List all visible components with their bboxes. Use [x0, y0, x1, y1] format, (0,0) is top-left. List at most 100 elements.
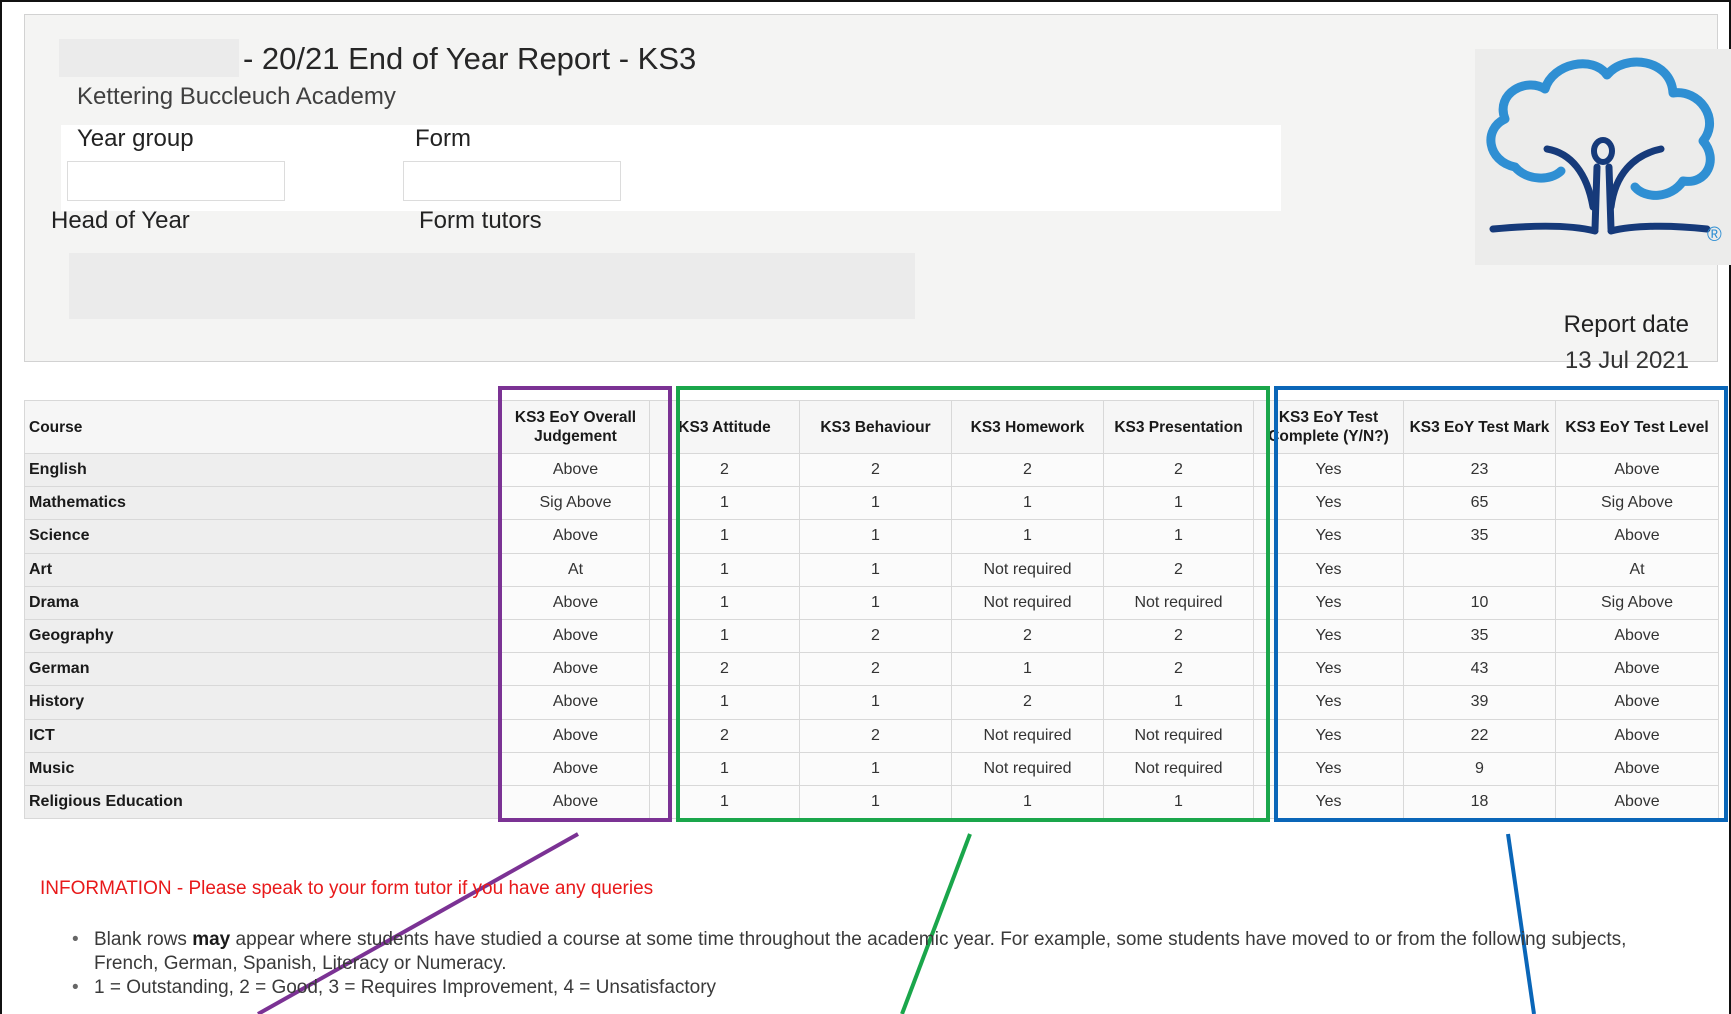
form-label: Form	[415, 125, 471, 152]
column-header-course: Course	[24, 400, 502, 454]
table-row: History Above 1 1 2 1 Yes 39 Above	[24, 685, 1719, 720]
cell-homework: Not required	[951, 552, 1104, 587]
report-header: - 20/21 End of Year Report - KS3 Ketteri…	[24, 14, 1731, 374]
cell-course: ICT	[24, 718, 502, 753]
cell-course: Science	[24, 519, 502, 554]
cell-behaviour: 2	[799, 718, 952, 753]
table-row: Religious Education Above 1 1 1 1 Yes 18 Above	[24, 784, 1719, 820]
cell-test-mark: 43	[1403, 652, 1556, 687]
table-row: Geography Above 1 2 2 2 Yes 35 Above	[24, 618, 1719, 654]
table-row: Art At 1 1 Not required 2 Yes At	[24, 552, 1719, 587]
cell-attitude: 1	[649, 685, 800, 720]
column-header-test-complete: KS3 EoY Test Complete (Y/N?)	[1253, 400, 1404, 454]
cell-test-complete: Yes	[1253, 685, 1404, 720]
information-bullet-blank-rows: Blank rows may appear where students hav…	[64, 928, 1684, 976]
table-row: English Above 2 2 2 2 Yes 23 Above	[24, 452, 1719, 488]
cell-overall-judgement: Above	[501, 751, 650, 786]
column-header-test-level: KS3 EoY Test Level	[1555, 400, 1719, 454]
year-group-label: Year group	[77, 125, 194, 152]
table-row: German Above 2 2 1 2 Yes 43 Above	[24, 652, 1719, 687]
cell-presentation: 2	[1103, 452, 1254, 488]
cell-attitude: 2	[649, 718, 800, 753]
cell-homework: Not required	[951, 718, 1104, 753]
cell-attitude: 1	[649, 784, 800, 820]
cell-presentation: Not required	[1103, 751, 1254, 786]
cell-test-complete: Yes	[1253, 784, 1404, 820]
cell-presentation: 1	[1103, 486, 1254, 521]
report-title: - 20/21 End of Year Report - KS3	[243, 41, 697, 76]
cell-test-complete: Yes	[1253, 452, 1404, 488]
cell-test-mark: 35	[1403, 618, 1556, 654]
school-logo: ®	[1475, 49, 1731, 265]
cell-test-complete: Yes	[1253, 519, 1404, 554]
column-header-homework: KS3 Homework	[951, 400, 1104, 454]
student-info-band: Year group Form	[61, 125, 1281, 211]
cell-behaviour: 2	[799, 452, 952, 488]
column-header-behaviour: KS3 Behaviour	[799, 400, 952, 454]
cell-homework: 2	[951, 685, 1104, 720]
cell-presentation: 1	[1103, 784, 1254, 820]
cell-presentation: 2	[1103, 652, 1254, 687]
cell-test-level: Above	[1555, 652, 1719, 687]
cell-overall-judgement: Above	[501, 585, 650, 620]
cell-test-mark: 9	[1403, 751, 1556, 786]
cell-test-mark: 23	[1403, 452, 1556, 488]
column-header-test-mark: KS3 EoY Test Mark	[1403, 400, 1556, 454]
column-header-attitude: KS3 Attitude	[649, 400, 800, 454]
cell-overall-judgement: Above	[501, 452, 650, 488]
cell-behaviour: 1	[799, 751, 952, 786]
cell-homework: 1	[951, 486, 1104, 521]
cell-overall-judgement: Above	[501, 618, 650, 654]
cell-presentation: Not required	[1103, 718, 1254, 753]
cell-attitude: 1	[649, 486, 800, 521]
cell-test-level: Above	[1555, 751, 1719, 786]
cell-behaviour: 1	[799, 552, 952, 587]
column-header-presentation: KS3 Presentation	[1103, 400, 1254, 454]
form-tutors-value	[69, 253, 915, 319]
cell-homework: Not required	[951, 585, 1104, 620]
cell-test-complete: Yes	[1253, 652, 1404, 687]
cell-homework: Not required	[951, 751, 1104, 786]
cell-behaviour: 1	[799, 685, 952, 720]
cell-test-mark: 35	[1403, 519, 1556, 554]
cell-course: Music	[24, 751, 502, 786]
cell-presentation: 2	[1103, 618, 1254, 654]
cell-attitude: 1	[649, 552, 800, 587]
cell-test-mark: 18	[1403, 784, 1556, 820]
cell-course: Art	[24, 552, 502, 587]
cell-overall-judgement: Above	[501, 519, 650, 554]
cell-test-level: At	[1555, 552, 1719, 587]
cell-test-mark	[1403, 552, 1556, 587]
table-row: Mathematics Sig Above 1 1 1 1 Yes 65 Sig Above	[24, 486, 1719, 521]
redacted-student-name	[59, 39, 239, 77]
cell-homework: 2	[951, 452, 1104, 488]
cell-attitude: 1	[649, 585, 800, 620]
emphasis-may: may	[192, 929, 231, 950]
cell-test-complete: Yes	[1253, 718, 1404, 753]
cell-test-mark: 65	[1403, 486, 1556, 521]
cell-overall-judgement: Above	[501, 652, 650, 687]
table-row: Drama Above 1 1 Not required Not required Yes 1…	[24, 585, 1719, 620]
head-of-year-label: Head of Year	[51, 207, 190, 234]
cell-test-level: Above	[1555, 618, 1719, 654]
cell-presentation: 1	[1103, 519, 1254, 554]
table-row: Science Above 1 1 1 1 Yes 35 Above	[24, 519, 1719, 554]
cell-attitude: 1	[649, 618, 800, 654]
cell-attitude: 2	[649, 652, 800, 687]
cell-test-level: Sig Above	[1555, 486, 1719, 521]
cell-test-mark: 39	[1403, 685, 1556, 720]
cell-behaviour: 1	[799, 519, 952, 554]
cell-test-level: Above	[1555, 519, 1719, 554]
cell-presentation: 2	[1103, 552, 1254, 587]
cell-behaviour: 1	[799, 784, 952, 820]
cell-test-level: Sig Above	[1555, 585, 1719, 620]
cell-behaviour: 1	[799, 585, 952, 620]
information-heading: INFORMATION - Please speak to your form …	[40, 878, 654, 899]
cell-course: Mathematics	[24, 486, 502, 521]
cell-course: History	[24, 685, 502, 720]
information-bullet-grade-key: 1 = Outstanding, 2 = Good, 3 = Requires …	[64, 976, 1684, 1000]
table-header-row: Course KS3 EoY Overall Judgement KS3 Att…	[24, 400, 1719, 454]
cell-presentation: Not required	[1103, 585, 1254, 620]
cell-homework: 1	[951, 519, 1104, 554]
cell-course: English	[24, 452, 502, 488]
